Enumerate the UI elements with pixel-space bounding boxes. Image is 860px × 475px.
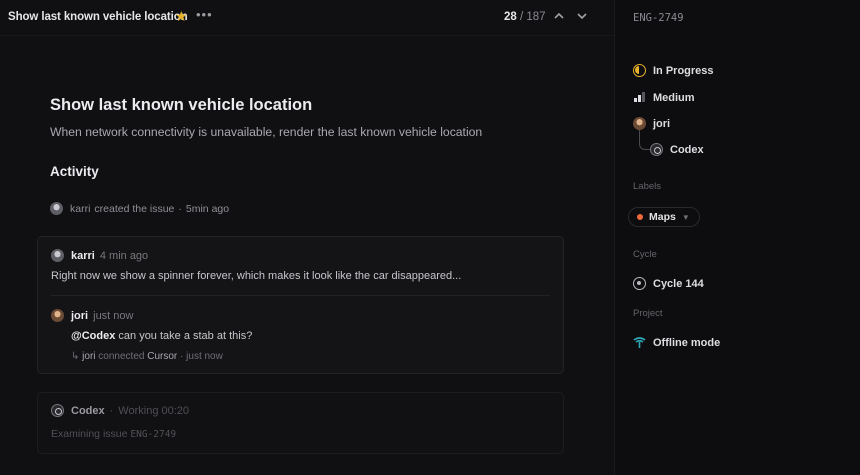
delegate-label: Codex (670, 143, 704, 156)
activity-event: karri created the issue · 5min ago (50, 202, 229, 215)
project-label: Offline mode (653, 336, 721, 349)
chevron-down-icon: ▼ (681, 212, 690, 222)
in-progress-icon (633, 64, 646, 77)
agent-activity-text: Examining issue (51, 428, 128, 440)
issue-description[interactable]: When network connectivity is unavailable… (50, 125, 482, 139)
agent-activity: Examining issue ENG-2749 (51, 428, 176, 440)
mention-codex[interactable]: @Codex (71, 330, 115, 342)
cycle-label: Cycle 144 (653, 277, 704, 290)
top-bar: Show last known vehicle location ★ ••• 2… (0, 0, 614, 36)
pager-current: 28 (504, 11, 517, 23)
event-sep: · (178, 202, 182, 215)
avatar (50, 202, 63, 215)
avatar (51, 309, 64, 322)
label-text: Maps (649, 211, 676, 223)
priority-medium-icon (633, 91, 646, 104)
delegate-property[interactable]: Codex (650, 143, 704, 156)
pager-total: / 187 (520, 11, 546, 23)
main-panel: Show last known vehicle location ★ ••• 2… (0, 0, 614, 475)
reply-body: @Codex can you take a stab at this? (71, 330, 252, 342)
codex-icon (51, 404, 64, 417)
status-property[interactable]: In Progress (633, 64, 714, 77)
more-icon[interactable]: ••• (196, 7, 213, 22)
comment-header: karri 4 min ago (51, 249, 148, 262)
properties-sidebar: ENG-2749 In Progress Medium jori Codex L… (614, 0, 860, 475)
issue-id[interactable]: ENG-2749 (633, 12, 684, 24)
label-chip-maps[interactable]: Maps ▼ (628, 207, 700, 227)
activity-heading: Activity (50, 164, 99, 179)
reply-time: just now (93, 309, 134, 322)
issue-title[interactable]: Show last known vehicle location (50, 96, 312, 115)
connect-user: jori (82, 351, 96, 362)
labels-heading: Labels (633, 181, 661, 192)
chevron-down-icon[interactable] (576, 10, 588, 22)
star-icon[interactable]: ★ (175, 9, 188, 23)
avatar (51, 249, 64, 262)
connect-text: connected (98, 351, 145, 362)
agent-name: Codex (71, 404, 105, 417)
divider (51, 295, 550, 296)
connection-event: ↳ jori connected Cursor · just now (71, 351, 223, 362)
connect-sep: · (180, 351, 184, 362)
priority-property[interactable]: Medium (633, 91, 695, 104)
agent-sep: · (109, 404, 114, 417)
assignee-label: jori (653, 117, 671, 130)
assignee-property[interactable]: jori (633, 117, 670, 130)
event-user[interactable]: karri (70, 203, 90, 215)
connect-target: Cursor (147, 351, 178, 362)
cycle-icon (633, 277, 646, 290)
project-icon (633, 337, 646, 348)
comment-body: Right now we show a spinner forever, whi… (51, 270, 462, 282)
project-heading: Project (633, 308, 663, 319)
reply-author[interactable]: jori (71, 310, 88, 322)
agent-activity-id: ENG-2749 (130, 429, 177, 440)
codex-icon (650, 143, 663, 156)
priority-label: Medium (653, 91, 695, 104)
breadcrumb-title[interactable]: Show last known vehicle location (8, 11, 188, 23)
agent-header: Codex · Working 00:20 (51, 404, 189, 417)
reply-arrow-icon: ↳ (71, 351, 80, 362)
connect-time: just now (186, 351, 223, 362)
reply-text: can you take a stab at this? (115, 330, 253, 342)
agent-status: Working 00:20 (118, 404, 190, 417)
project-property[interactable]: Offline mode (633, 336, 720, 349)
comment-thread: karri 4 min ago Right now we show a spin… (37, 236, 564, 374)
event-text: created the issue (94, 202, 175, 215)
cycle-heading: Cycle (633, 249, 657, 260)
comment-author[interactable]: karri (71, 250, 95, 262)
issue-pager: 28 / 187 (504, 11, 546, 23)
comment-time: 4 min ago (99, 249, 149, 262)
chevron-up-icon[interactable] (553, 10, 565, 22)
label-color-dot (637, 214, 643, 220)
reply-header: jori just now (51, 309, 133, 322)
event-time: 5min ago (185, 202, 230, 215)
status-label: In Progress (653, 64, 714, 77)
agent-session-card[interactable]: Codex · Working 00:20 Examining issue EN… (37, 392, 564, 454)
avatar (633, 117, 646, 130)
cycle-property[interactable]: Cycle 144 (633, 277, 704, 290)
